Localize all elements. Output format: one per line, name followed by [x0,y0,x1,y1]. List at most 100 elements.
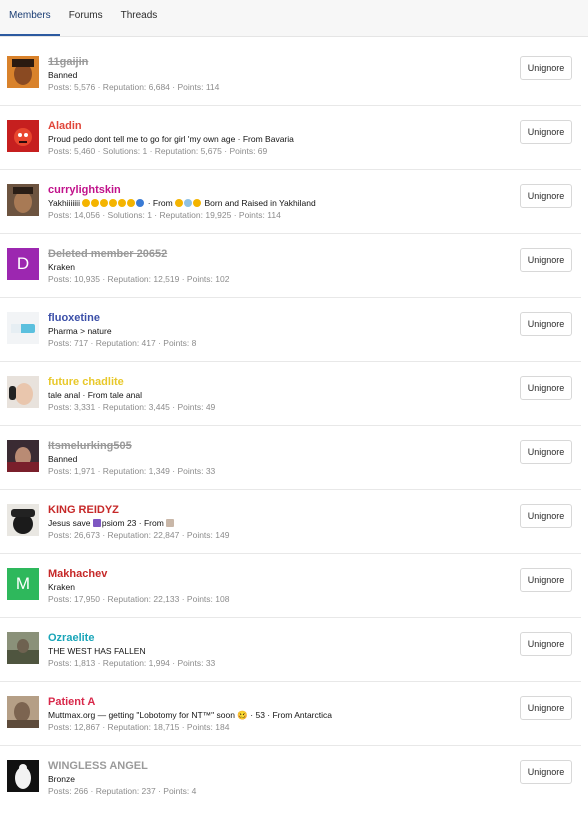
member-row: Patient A Muttmax.org — getting "Lobotom… [0,682,581,746]
unignore-button[interactable]: Unignore [520,632,572,656]
unignore-button[interactable]: Unignore [520,56,572,80]
member-stats: Posts: 14,056 · Solutions: 1 · Reputatio… [48,210,281,220]
member-row: Itsmelurking505 Banned Posts: 1,971 · Re… [0,426,581,490]
member-stats: Posts: 10,935 · Reputation: 12,519 · Poi… [48,274,230,284]
member-row: D Deleted member 20652 Kraken Posts: 10,… [0,234,581,298]
member-name[interactable]: KING REIDYZ [48,503,511,517]
unignore-button[interactable]: Unignore [520,440,572,464]
unignore-button[interactable]: Unignore [520,184,572,208]
unignore-button[interactable]: Unignore [520,248,572,272]
title-text: Born and Raised in Yakhiland [204,198,316,208]
member-stats: Posts: 3,331 · Reputation: 3,445 · Point… [48,402,216,412]
member-title: Proud pedo dont tell me to go for girl '… [48,134,294,144]
member-title: Bronze [48,774,75,784]
member-title: Kraken [48,582,75,592]
member-row: 11gaijin Banned Posts: 5,576 · Reputatio… [0,42,581,106]
avatar-photo [7,632,39,664]
member-row: fluoxetine Pharma > nature Posts: 717 · … [0,298,581,362]
avatar-photo [7,440,39,472]
title-text: psiom 23 · From [101,518,164,528]
member-row: future chadlite tale anal · From tale an… [0,362,581,426]
title-text: Jesus save [48,518,91,528]
member-stats: Posts: 266 · Reputation: 237 · Points: 4 [48,786,197,796]
religion-emoji-icon [92,519,101,527]
avatar-photo [7,696,39,728]
member-avatar[interactable]: D [7,248,39,280]
member-name[interactable]: Ozraelite [48,631,511,645]
member-title: Muttmax.org — getting "Lobotomy for NT™"… [48,710,332,720]
unignore-button[interactable]: Unignore [520,696,572,720]
member-avatar[interactable] [7,184,39,216]
member-stats: Posts: 17,950 · Reputation: 22,133 · Poi… [48,594,230,604]
member-name[interactable]: 11gaijin [48,55,511,69]
tab-members[interactable]: Members [0,0,60,36]
member-stats: Posts: 5,576 · Reputation: 6,684 · Point… [48,82,220,92]
member-stats: Posts: 1,813 · Reputation: 1,994 · Point… [48,658,216,668]
unignore-button[interactable]: Unignore [520,376,572,400]
title-text: · From [147,198,173,208]
cat-emoji-icon [100,199,109,207]
member-title: Banned [48,70,78,80]
avatar-photo [7,56,39,88]
member-avatar[interactable]: M [7,568,39,600]
member-row: M Makhachev Kraken Posts: 17,950 · Reput… [0,554,581,618]
unignore-button[interactable]: Unignore [520,760,572,784]
member-row: Aladin Proud pedo dont tell me to go for… [0,106,581,170]
member-title: Jesus save psiom 23 · From [48,517,511,529]
member-name[interactable]: fluoxetine [48,311,511,325]
member-stats: Posts: 1,971 · Reputation: 1,349 · Point… [48,466,216,476]
cat-emoji-icon [91,199,100,207]
gem-emoji-icon [136,199,145,207]
cat-emoji-icon [127,199,136,207]
unignore-button[interactable]: Unignore [520,568,572,592]
member-title: THE WEST HAS FALLEN [48,646,146,656]
avatar-photo [7,184,39,216]
member-avatar[interactable] [7,376,39,408]
member-avatar[interactable] [7,696,39,728]
avatar-photo [7,376,39,408]
member-avatar[interactable] [7,120,39,152]
member-stats: Posts: 12,867 · Reputation: 18,715 · Poi… [48,722,230,732]
member-stats: Posts: 5,460 · Solutions: 1 · Reputation… [48,146,268,156]
member-title: tale anal · From tale anal [48,390,143,400]
member-title: Yakhiiiiiii · From Born and Raised in Ya… [48,197,511,209]
member-name[interactable]: Deleted member 20652 [48,247,511,261]
unignore-button[interactable]: Unignore [520,504,572,528]
avatar-letter: D [16,254,30,273]
member-avatar[interactable] [7,760,39,792]
tab-bar: Members Forums Threads [0,0,588,37]
member-name[interactable]: WINGLESS ANGEL [48,759,511,773]
flag-emoji-icon [166,519,175,527]
ignored-members-list: 11gaijin Banned Posts: 5,576 · Reputatio… [0,42,581,810]
title-text: Yakhiiiiiii [48,198,80,208]
member-row: WINGLESS ANGEL Bronze Posts: 266 · Reput… [0,746,581,810]
avatar-letter: M [15,574,31,593]
tab-forums[interactable]: Forums [60,0,112,36]
member-name[interactable]: Makhachev [48,567,511,581]
member-name[interactable]: future chadlite [48,375,511,389]
member-row: currylightskin Yakhiiiiiii · From Born a… [0,170,581,234]
unignore-button[interactable]: Unignore [520,312,572,336]
member-title: Banned [48,454,78,464]
member-name[interactable]: Patient A [48,695,511,709]
crown-emoji-icon [193,199,202,207]
avatar-photo [7,504,39,536]
member-stats: Posts: 717 · Reputation: 417 · Points: 8 [48,338,197,348]
member-avatar[interactable] [7,632,39,664]
member-avatar[interactable] [7,440,39,472]
member-name[interactable]: Aladin [48,119,511,133]
member-name[interactable]: Itsmelurking505 [48,439,511,453]
cat-emoji-icon [82,199,91,207]
tab-threads[interactable]: Threads [112,0,167,36]
ship-emoji-icon [184,199,193,207]
member-name[interactable]: currylightskin [48,183,511,197]
avatar-photo [7,120,39,152]
member-row: KING REIDYZ Jesus save psiom 23 · From P… [0,490,581,554]
member-row: Ozraelite THE WEST HAS FALLEN Posts: 1,8… [0,618,581,682]
avatar-photo [7,312,39,344]
member-avatar[interactable] [7,56,39,88]
member-avatar[interactable] [7,312,39,344]
unignore-button[interactable]: Unignore [520,120,572,144]
member-avatar[interactable] [7,504,39,536]
emoji-row [82,198,147,208]
